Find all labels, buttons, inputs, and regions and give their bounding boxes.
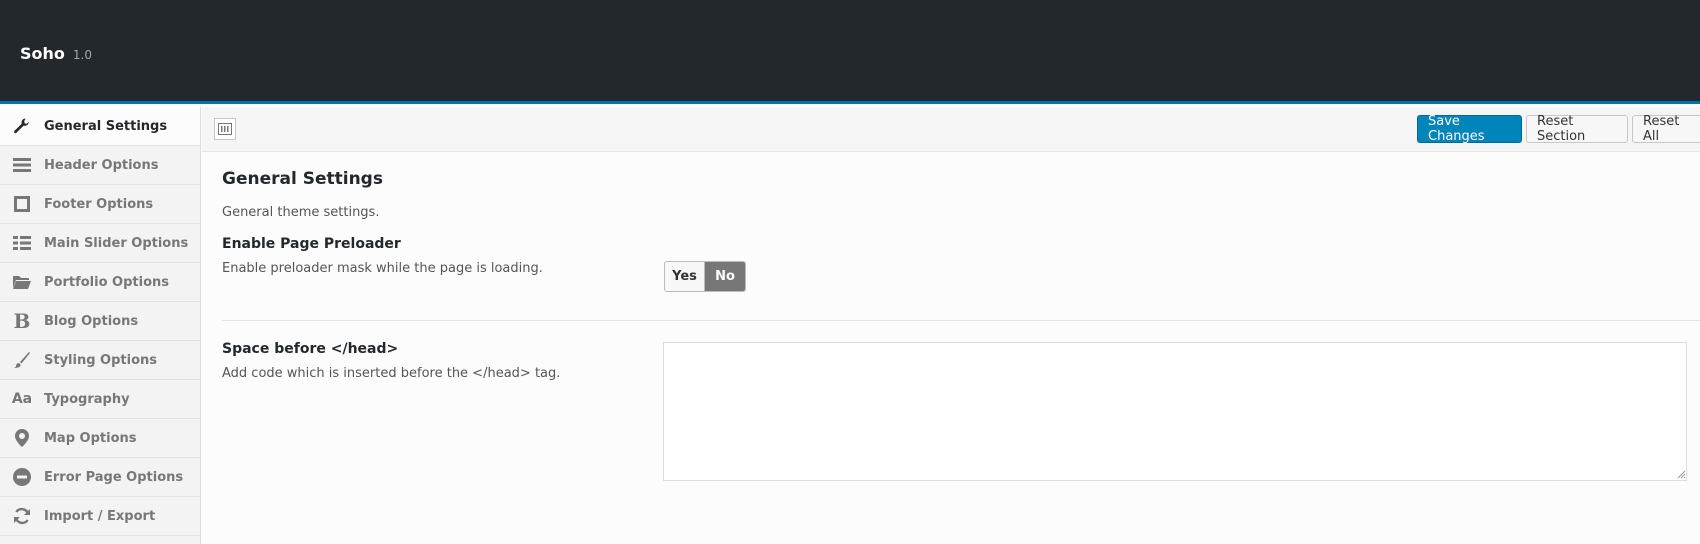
sidebar-item-general-settings[interactable]: General Settings: [0, 107, 200, 146]
head-code-textarea[interactable]: [663, 342, 1687, 481]
toggle-no-option[interactable]: No: [705, 262, 745, 291]
wrench-icon: [0, 117, 44, 135]
app-brand: Soho 1.0: [20, 44, 92, 63]
sidebar-item-label: General Settings: [44, 118, 168, 134]
map-marker-icon: [0, 429, 44, 447]
sidebar-item-typography[interactable]: Aa Typography: [0, 380, 200, 419]
toggle-yes-option[interactable]: Yes: [665, 262, 705, 291]
save-changes-button[interactable]: Save Changes: [1417, 114, 1522, 144]
head-code-field-title: Space before </head>: [222, 341, 399, 357]
sidebar-item-label: Header Options: [44, 157, 159, 173]
refresh-icon: [0, 507, 44, 525]
field-divider: [222, 320, 1700, 321]
sidebar-item-label: Footer Options: [44, 196, 154, 212]
options-toolbar: Save Changes Reset Section Reset All: [202, 107, 1700, 152]
reset-all-button[interactable]: Reset All: [1632, 114, 1700, 144]
head-code-field-description: Add code which is inserted before the </…: [222, 366, 561, 381]
sidebar-item-label: Map Options: [44, 430, 137, 446]
sidebar-item-error-page-options[interactable]: Error Page Options: [0, 458, 200, 497]
sidebar-item-map-options[interactable]: Map Options: [0, 419, 200, 458]
section-description: General theme settings.: [222, 205, 380, 220]
settings-content: General Settings General theme settings.…: [202, 152, 1700, 544]
sidebar-item-label: Blog Options: [44, 313, 139, 329]
expand-icon: [218, 123, 232, 135]
resize-grip-icon[interactable]: [1677, 470, 1686, 479]
sidebar-item-label: Main Slider Options: [44, 235, 189, 251]
sidebar-item-label: Import / Export: [44, 508, 156, 524]
sidebar-item-header-options[interactable]: Header Options: [0, 146, 200, 185]
app-version: 1.0: [72, 48, 92, 62]
minus-circle-icon: [0, 468, 44, 486]
sidebar-item-styling-options[interactable]: Styling Options: [0, 341, 200, 380]
preloader-field-description: Enable preloader mask while the page is …: [222, 261, 543, 276]
reset-section-button[interactable]: Reset Section: [1526, 114, 1628, 144]
app-name: Soho: [20, 44, 65, 63]
square-icon: [0, 196, 44, 212]
expand-options-button[interactable]: [214, 118, 236, 140]
sidebar-nav: General Settings Header Options Footer O…: [0, 107, 201, 544]
folder-icon: [0, 274, 44, 290]
brush-icon: [0, 351, 44, 369]
sidebar-item-label: Styling Options: [44, 352, 158, 368]
sidebar-item-portfolio-options[interactable]: Portfolio Options: [0, 263, 200, 302]
preloader-toggle[interactable]: Yes No: [664, 261, 746, 292]
top-header-bar: Soho 1.0: [0, 0, 1700, 104]
bold-b-icon: B: [13, 309, 31, 333]
sidebar-item-label: Error Page Options: [44, 469, 184, 485]
bars-icon: [0, 157, 44, 173]
preloader-field-title: Enable Page Preloader: [222, 236, 401, 252]
sidebar-item-blog-options[interactable]: B Blog Options: [0, 302, 200, 341]
slider-icon: [0, 236, 44, 250]
sidebar-item-import-export[interactable]: Import / Export: [0, 497, 200, 536]
font-aa-icon: Aa: [11, 391, 33, 407]
sidebar-item-main-slider-options[interactable]: Main Slider Options: [0, 224, 200, 263]
section-title: General Settings: [222, 169, 383, 189]
sidebar-item-footer-options[interactable]: Footer Options: [0, 185, 200, 224]
sidebar-item-label: Portfolio Options: [44, 274, 169, 290]
sidebar-item-label: Typography: [44, 391, 130, 407]
